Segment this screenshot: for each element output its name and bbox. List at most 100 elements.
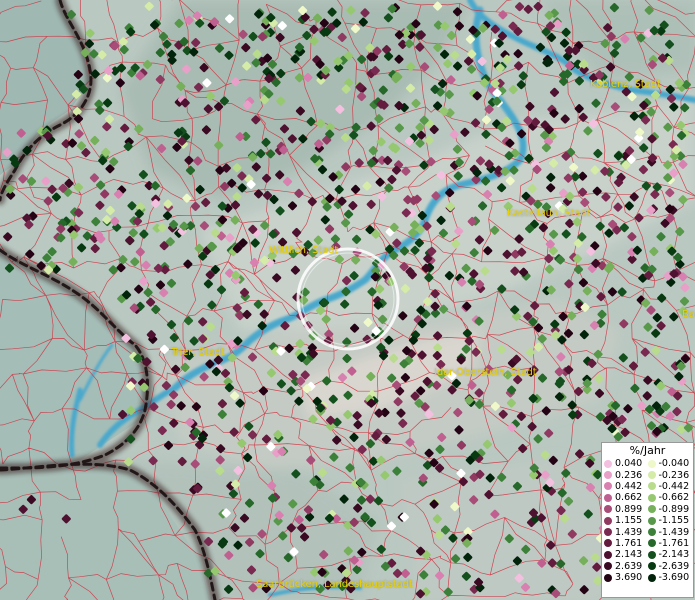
city-label-trier[interactable]: Trier, Stadt xyxy=(171,347,225,358)
municipality-marker[interactable] xyxy=(638,165,648,175)
municipality-marker[interactable] xyxy=(126,434,136,444)
municipality-marker[interactable] xyxy=(267,481,277,491)
city-label-koblenz[interactable]: Koblenz, Stadt xyxy=(590,79,661,90)
municipality-marker[interactable] xyxy=(261,137,271,147)
municipality-marker[interactable] xyxy=(206,322,216,332)
municipality-marker[interactable] xyxy=(182,193,192,203)
municipality-marker[interactable] xyxy=(329,452,339,462)
municipality-marker[interactable] xyxy=(444,271,454,281)
municipality-marker[interactable] xyxy=(354,158,364,168)
municipality-marker[interactable] xyxy=(652,313,662,323)
municipality-marker[interactable] xyxy=(257,321,267,331)
municipality-marker[interactable] xyxy=(600,38,610,49)
municipality-marker[interactable] xyxy=(276,379,286,389)
municipality-marker[interactable] xyxy=(475,156,486,166)
municipality-marker[interactable] xyxy=(546,172,556,182)
municipality-marker[interactable] xyxy=(358,17,368,27)
municipality-marker[interactable] xyxy=(497,183,507,193)
municipality-marker[interactable] xyxy=(437,432,447,442)
municipality-marker[interactable] xyxy=(357,444,367,455)
municipality-marker[interactable] xyxy=(2,147,12,157)
municipality-marker[interactable] xyxy=(619,319,629,329)
municipality-marker[interactable] xyxy=(579,585,589,595)
municipality-marker[interactable] xyxy=(303,505,313,515)
municipality-marker[interactable] xyxy=(16,128,26,138)
municipality-marker[interactable] xyxy=(118,409,128,420)
municipality-marker[interactable] xyxy=(436,215,446,225)
municipality-marker[interactable] xyxy=(342,337,352,347)
municipality-marker[interactable] xyxy=(411,98,421,108)
municipality-marker[interactable] xyxy=(651,90,661,100)
municipality-marker[interactable] xyxy=(652,182,662,192)
municipality-marker[interactable] xyxy=(474,388,484,398)
municipality-marker[interactable] xyxy=(286,386,296,396)
municipality-marker[interactable] xyxy=(214,140,224,150)
municipality-marker[interactable] xyxy=(247,352,258,362)
municipality-marker[interactable] xyxy=(220,368,231,378)
municipality-marker[interactable] xyxy=(127,201,137,211)
municipality-marker[interactable] xyxy=(349,130,359,140)
municipality-marker[interactable] xyxy=(445,188,455,198)
municipality-marker[interactable] xyxy=(294,188,304,198)
municipality-marker[interactable] xyxy=(190,201,201,211)
municipality-marker[interactable] xyxy=(193,156,203,166)
municipality-marker[interactable] xyxy=(454,425,464,435)
municipality-marker[interactable] xyxy=(549,158,559,168)
municipality-marker[interactable] xyxy=(169,333,179,343)
municipality-marker[interactable] xyxy=(376,544,386,554)
municipality-marker[interactable] xyxy=(483,246,493,256)
selection-circle[interactable] xyxy=(296,247,400,351)
municipality-marker[interactable] xyxy=(298,134,308,144)
municipality-marker[interactable] xyxy=(181,64,191,74)
municipality-marker[interactable] xyxy=(516,80,526,90)
municipality-marker[interactable] xyxy=(424,448,434,458)
municipality-marker[interactable] xyxy=(451,239,461,249)
municipality-marker[interactable] xyxy=(26,495,36,505)
municipality-marker[interactable] xyxy=(242,61,252,71)
municipality-marker[interactable] xyxy=(378,314,388,324)
municipality-marker[interactable] xyxy=(230,215,240,225)
municipality-marker[interactable] xyxy=(448,533,458,543)
municipality-marker[interactable] xyxy=(373,496,384,506)
municipality-marker[interactable] xyxy=(41,176,51,186)
municipality-marker[interactable] xyxy=(537,558,547,568)
municipality-marker[interactable] xyxy=(383,155,393,166)
municipality-marker[interactable] xyxy=(348,201,358,211)
municipality-marker[interactable] xyxy=(557,488,567,498)
municipality-marker[interactable] xyxy=(242,309,252,320)
municipality-marker[interactable] xyxy=(443,587,453,597)
municipality-marker[interactable] xyxy=(256,149,266,159)
municipality-marker[interactable] xyxy=(564,279,574,289)
municipality-marker[interactable] xyxy=(141,260,151,270)
municipality-marker[interactable] xyxy=(360,8,370,18)
municipality-marker[interactable] xyxy=(343,546,353,556)
municipality-marker[interactable] xyxy=(233,465,243,476)
municipality-marker[interactable] xyxy=(190,459,200,469)
municipality-marker[interactable] xyxy=(619,223,629,233)
municipality-marker[interactable] xyxy=(676,120,686,130)
municipality-marker[interactable] xyxy=(618,353,628,363)
municipality-marker[interactable] xyxy=(258,386,269,396)
municipality-marker[interactable] xyxy=(484,490,494,500)
municipality-marker[interactable] xyxy=(185,165,196,175)
municipality-marker[interactable] xyxy=(683,423,693,433)
municipality-marker[interactable] xyxy=(482,189,493,200)
municipality-marker[interactable] xyxy=(317,468,328,478)
municipality-marker[interactable] xyxy=(319,550,329,560)
municipality-marker[interactable] xyxy=(149,402,159,412)
municipality-marker[interactable] xyxy=(396,408,406,418)
municipality-marker[interactable] xyxy=(512,481,522,491)
municipality-marker[interactable] xyxy=(490,401,500,411)
municipality-marker[interactable] xyxy=(248,31,258,42)
municipality-marker[interactable] xyxy=(467,380,477,390)
municipality-marker[interactable] xyxy=(383,13,393,23)
municipality-marker[interactable] xyxy=(565,218,575,228)
municipality-marker[interactable] xyxy=(578,278,588,288)
municipality-marker[interactable] xyxy=(556,559,566,569)
municipality-marker[interactable] xyxy=(339,494,349,504)
municipality-marker[interactable] xyxy=(497,472,507,482)
municipality-marker[interactable] xyxy=(100,189,110,199)
municipality-marker[interactable] xyxy=(254,189,264,199)
municipality-marker[interactable] xyxy=(535,42,545,52)
municipality-marker[interactable] xyxy=(640,347,650,357)
